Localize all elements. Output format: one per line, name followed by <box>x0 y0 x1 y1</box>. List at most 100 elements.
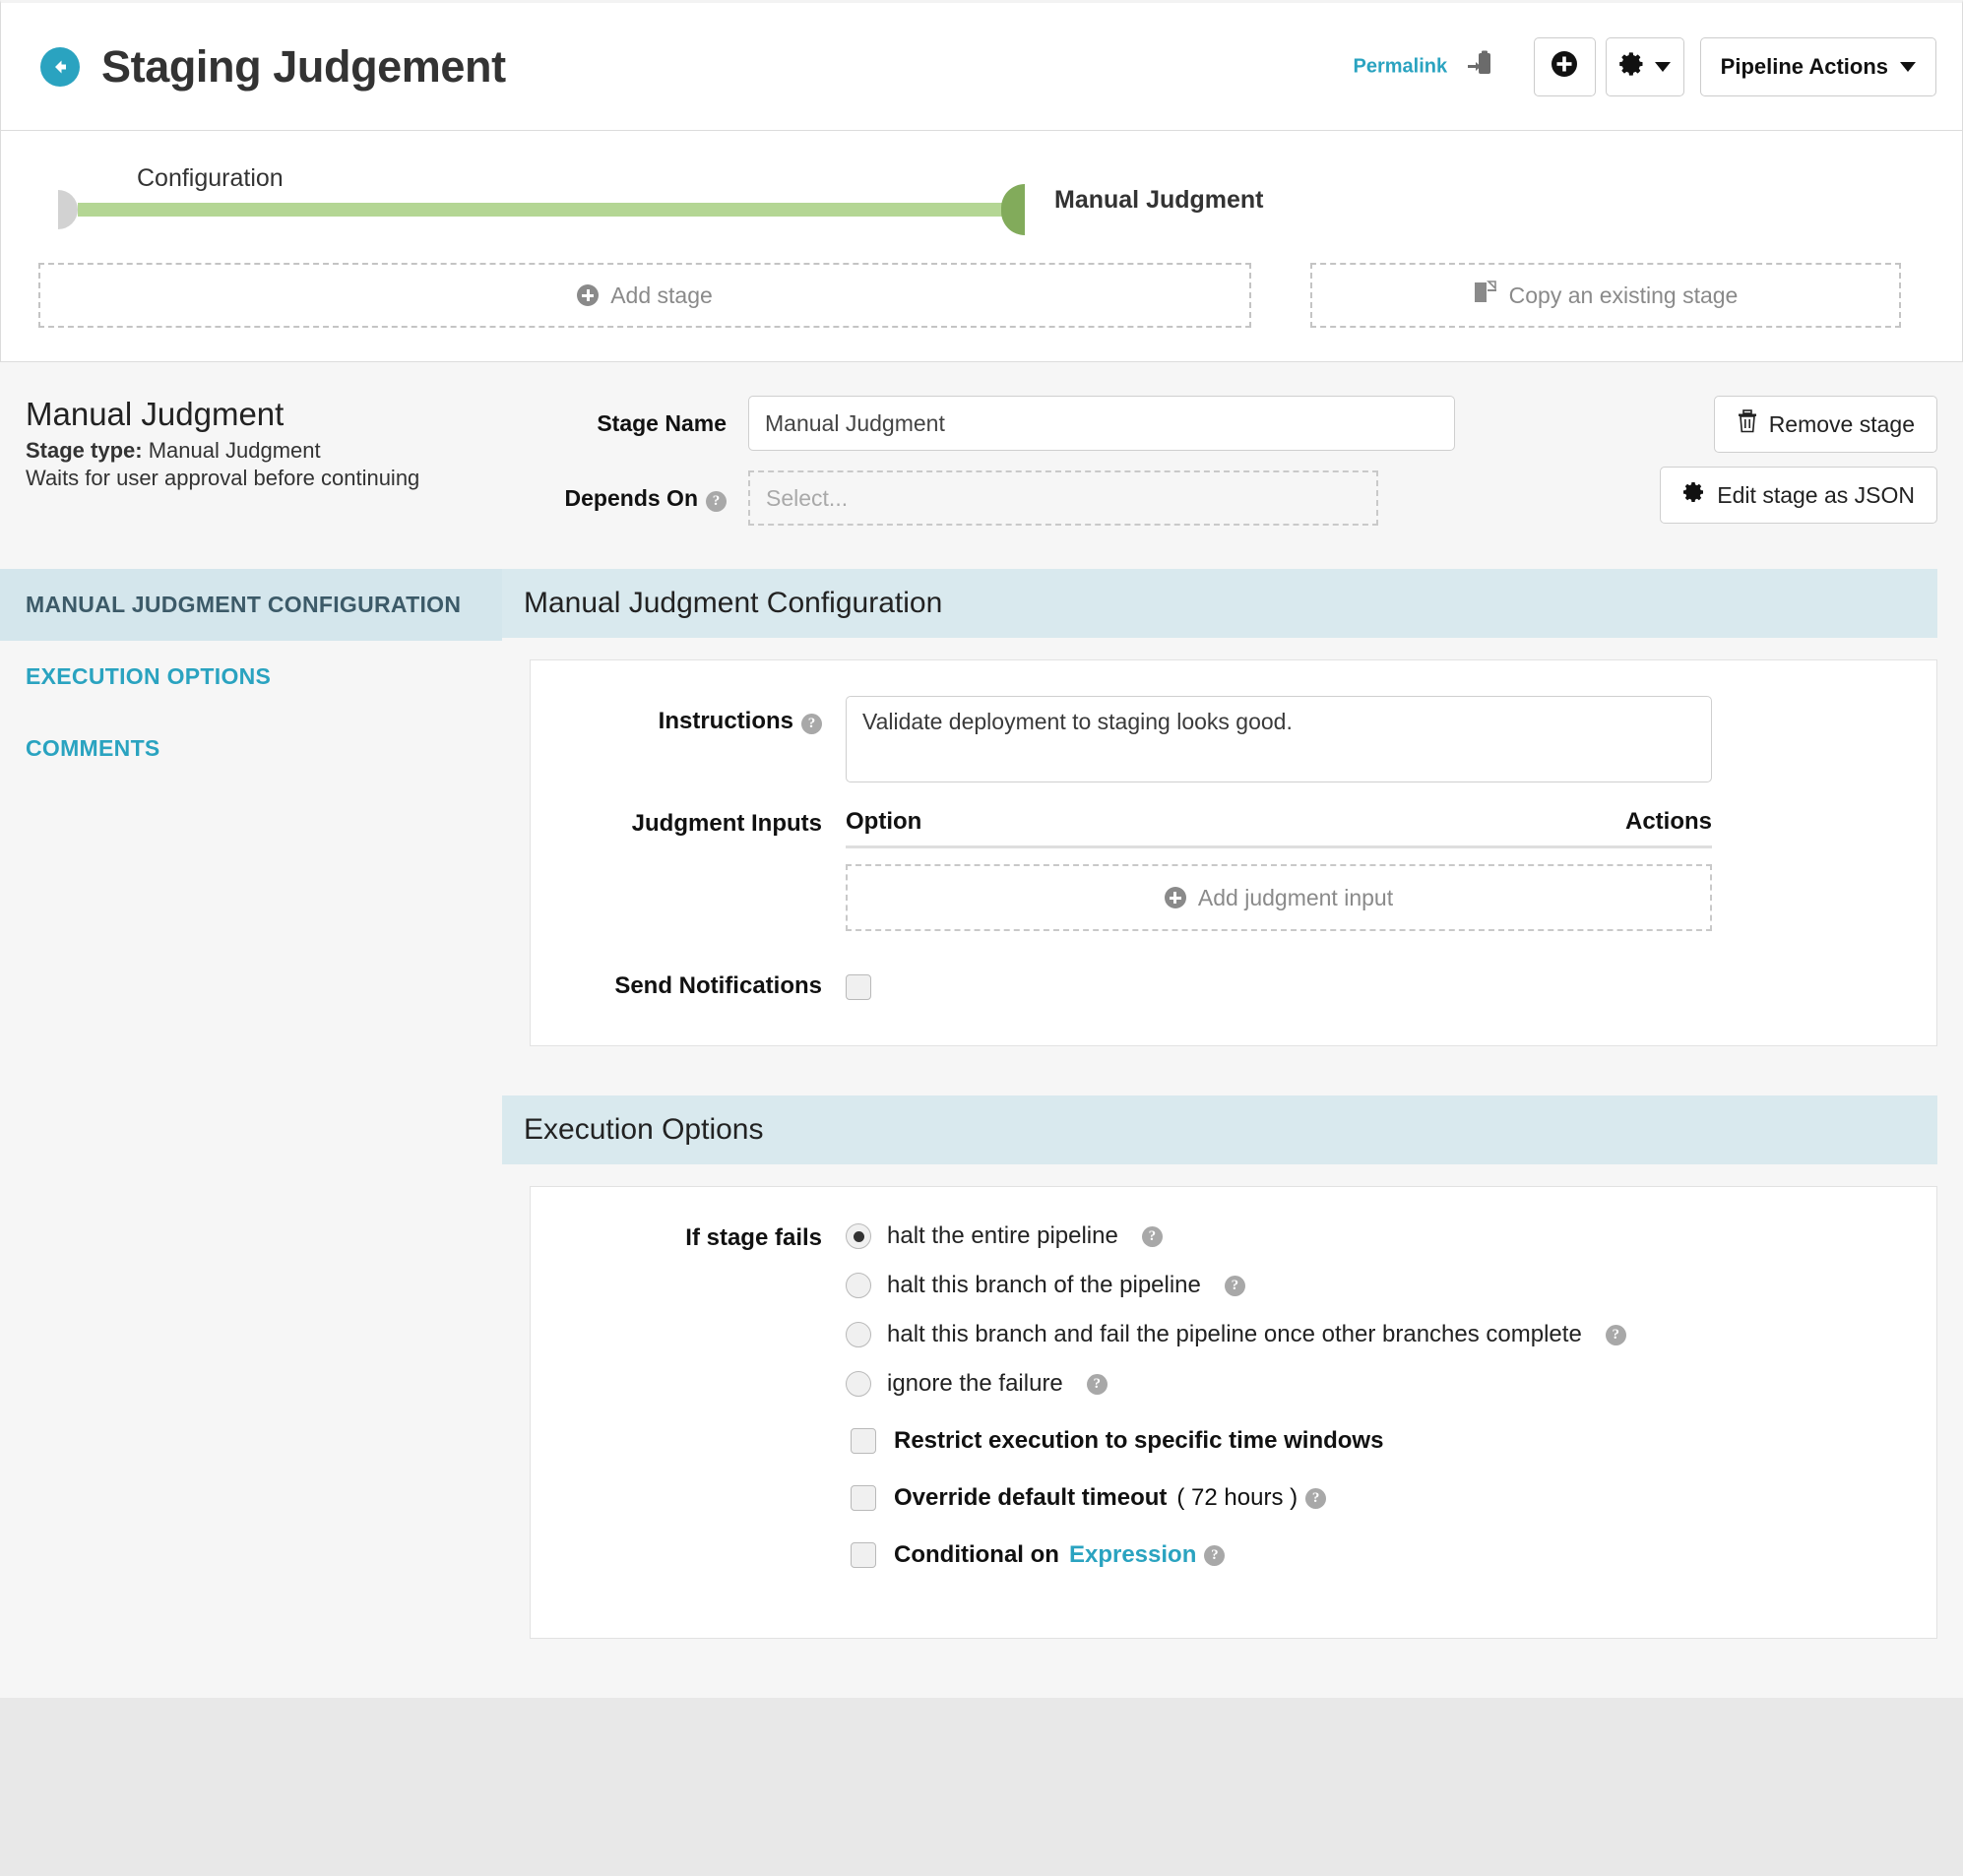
sidebar-item-label: COMMENTS <box>26 735 160 761</box>
arrow-left-circle-icon[interactable] <box>40 47 80 87</box>
stage-type-value: Manual Judgment <box>149 438 321 463</box>
depends-on-label: Depends On? <box>551 485 748 512</box>
stage-type-line: Stage type: Manual Judgment <box>26 437 551 465</box>
send-notifications-field <box>846 972 1907 999</box>
if-stage-fails-label: If stage fails <box>560 1222 846 1569</box>
add-stage-button[interactable]: Add stage <box>38 263 1251 328</box>
add-judgment-input-label: Add judgment input <box>1198 885 1393 911</box>
instructions-textarea[interactable] <box>846 696 1712 782</box>
gear-icon <box>1682 480 1706 510</box>
add-button[interactable] <box>1534 37 1596 96</box>
override-timeout-value: ( 72 hours ) <box>1176 1484 1298 1512</box>
settings-button[interactable] <box>1606 37 1684 96</box>
restrict-execution-row[interactable]: Restrict execution to specific time wind… <box>851 1427 1907 1455</box>
panel-bottom-padding <box>560 1569 1907 1598</box>
send-notifications-label: Send Notifications <box>560 972 846 1000</box>
stage-name-input[interactable] <box>748 396 1455 451</box>
help-icon[interactable]: ? <box>706 491 727 512</box>
instructions-field <box>846 696 1907 788</box>
if-stage-fails-options: halt the entire pipeline ? halt this bra… <box>846 1222 1907 1569</box>
stage-summary-actions: Remove stage Edit stage as JSON <box>1638 396 1963 545</box>
copy-existing-stage-label: Copy an existing stage <box>1509 282 1739 309</box>
conditional-on-checkbox[interactable] <box>851 1542 876 1568</box>
pipeline-edge <box>78 203 1003 217</box>
sidebar-item-manual-judgment-configuration[interactable]: MANUAL JUDGMENT CONFIGURATION <box>0 569 502 641</box>
radio-row-halt-branch-fail-pipeline[interactable]: halt this branch and fail the pipeline o… <box>846 1321 1907 1348</box>
pipeline-node-manual-judgment[interactable] <box>1001 184 1025 235</box>
copy-existing-stage-button[interactable]: Copy an existing stage <box>1310 263 1901 328</box>
send-notifications-checkbox[interactable] <box>846 974 871 1000</box>
override-timeout-checkbox[interactable] <box>851 1485 876 1511</box>
send-notifications-row: Send Notifications <box>560 972 1907 1000</box>
sidebar-item-execution-options[interactable]: EXECUTION OPTIONS <box>0 641 502 713</box>
stage-type-label: Stage type: <box>26 438 143 463</box>
stage-description: Waits for user approval before continuin… <box>26 465 551 492</box>
sidebar-item-comments[interactable]: COMMENTS <box>0 713 502 784</box>
override-timeout-row[interactable]: Override default timeout ( 72 hours ) ? <box>851 1484 1907 1512</box>
edit-stage-json-button[interactable]: Edit stage as JSON <box>1660 467 1937 524</box>
judgment-inputs-table-header: Option Actions <box>846 808 1712 848</box>
expression-link[interactable]: Expression <box>1069 1541 1196 1569</box>
pipeline-actions-button[interactable]: Pipeline Actions <box>1700 37 1936 96</box>
permalink-label: Permalink <box>1354 55 1448 77</box>
radio-halt-branch-fail-pipeline[interactable] <box>846 1322 871 1347</box>
conditional-on-expression-row[interactable]: Conditional on Expression ? <box>851 1541 1907 1569</box>
add-judgment-input-button[interactable]: Add judgment input <box>846 864 1712 931</box>
stage-summary-info: Manual Judgment Stage type: Manual Judgm… <box>0 396 551 545</box>
help-icon[interactable]: ? <box>1142 1226 1163 1247</box>
help-icon[interactable]: ? <box>1225 1276 1245 1296</box>
stage-content: Manual Judgment Configuration Instructio… <box>502 569 1963 1639</box>
trash-icon <box>1737 409 1758 439</box>
section-header-execution-options: Execution Options <box>502 1095 1937 1164</box>
edit-stage-json-label: Edit stage as JSON <box>1717 482 1915 509</box>
stage-summary: Manual Judgment Stage type: Manual Judgm… <box>0 362 1963 569</box>
radio-row-halt-entire-pipeline[interactable]: halt the entire pipeline ? <box>846 1222 1907 1250</box>
pipeline-graph: Configuration Manual Judgment <box>38 164 1925 249</box>
radio-ignore-failure[interactable] <box>846 1371 871 1397</box>
stage-add-row: Add stage Copy an existing stage <box>38 263 1925 328</box>
chevron-down-icon <box>1655 62 1671 72</box>
plus-circle-icon <box>1550 49 1579 85</box>
help-icon[interactable]: ? <box>1305 1488 1326 1509</box>
section-header-manual-judgment-configuration: Manual Judgment Configuration <box>502 569 1937 638</box>
radio-halt-this-branch[interactable] <box>846 1273 871 1298</box>
radio-row-ignore-failure[interactable]: ignore the failure ? <box>846 1370 1907 1398</box>
app-header: Staging Judgement Permalink <box>0 0 1963 131</box>
stage-name-row: Stage Name <box>551 396 1638 451</box>
stage-body: MANUAL JUDGMENT CONFIGURATION EXECUTION … <box>0 569 1963 1698</box>
sidebar-item-label: MANUAL JUDGMENT CONFIGURATION <box>26 592 461 617</box>
help-icon[interactable]: ? <box>1087 1374 1108 1395</box>
radio-label: halt this branch of the pipeline <box>887 1272 1201 1299</box>
remove-stage-label: Remove stage <box>1769 411 1915 438</box>
column-header-actions: Actions <box>1625 808 1712 836</box>
instructions-row: Instructions? <box>560 696 1907 788</box>
page-title: Staging Judgement <box>101 41 506 93</box>
help-icon[interactable]: ? <box>1204 1545 1225 1566</box>
add-stage-label: Add stage <box>610 282 713 309</box>
stage-name-label: Stage Name <box>551 410 748 437</box>
title-group: Staging Judgement <box>40 41 1354 93</box>
remove-stage-button[interactable]: Remove stage <box>1714 396 1937 453</box>
help-icon[interactable]: ? <box>1606 1325 1626 1345</box>
conditional-on-label: Conditional on <box>894 1541 1059 1569</box>
copy-to-clipboard-icon[interactable] <box>1467 50 1492 84</box>
judgment-inputs-row: Judgment Inputs Option Actions Add judgm… <box>560 808 1907 931</box>
override-timeout-label: Override default timeout <box>894 1484 1167 1512</box>
pipeline-actions-label: Pipeline Actions <box>1721 54 1888 80</box>
judgment-inputs-field: Option Actions Add judgment input <box>846 808 1907 931</box>
pipeline-node-configuration[interactable] <box>58 190 78 229</box>
header-actions: Permalink <box>1354 37 1937 96</box>
stage-summary-name: Manual Judgment <box>26 396 551 433</box>
radio-halt-entire-pipeline[interactable] <box>846 1223 871 1249</box>
depends-on-select[interactable]: Select... <box>748 470 1378 526</box>
pipeline-node-label-configuration: Configuration <box>137 164 284 193</box>
restrict-execution-checkbox[interactable] <box>851 1428 876 1454</box>
help-icon[interactable]: ? <box>801 714 822 734</box>
permalink-link[interactable]: Permalink <box>1354 50 1492 84</box>
plus-circle-icon <box>577 284 599 306</box>
pipeline-node-label-manual-judgment: Manual Judgment <box>1054 186 1264 215</box>
radio-row-halt-this-branch[interactable]: halt this branch of the pipeline ? <box>846 1272 1907 1299</box>
section-spacer <box>502 1046 1937 1095</box>
gear-icon <box>1618 50 1646 84</box>
radio-label: ignore the failure <box>887 1370 1063 1398</box>
